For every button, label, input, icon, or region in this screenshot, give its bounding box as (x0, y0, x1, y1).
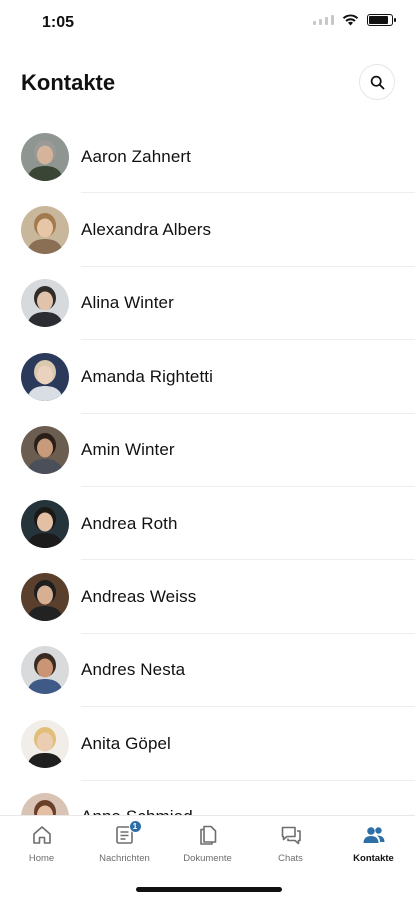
contact-name: Andres Nesta (81, 660, 186, 680)
contact-row[interactable]: Anita Göpel (0, 707, 415, 781)
search-button[interactable] (359, 64, 395, 100)
avatar (21, 132, 69, 181)
contact-row[interactable]: Andrea Roth (0, 487, 415, 561)
status-icons (313, 14, 396, 26)
chats-icon (279, 823, 303, 847)
contact-row[interactable]: Alina Winter (0, 267, 415, 341)
contact-name: Alina Winter (81, 293, 174, 313)
news-icon: 1 (113, 820, 142, 847)
tab-nachrichten[interactable]: 1 Nachrichten (83, 820, 166, 873)
documents-icon (196, 823, 220, 847)
contact-name: Anita Göpel (81, 733, 171, 753)
contact-row[interactable]: Andreas Weiss (0, 560, 415, 634)
status-bar: 1:05 (0, 0, 415, 48)
home-indicator (136, 887, 282, 892)
unread-badge: 1 (128, 820, 142, 833)
home-icon (30, 823, 54, 847)
contact-name: Aaron Zahnert (81, 146, 191, 166)
tab-home[interactable]: Home (0, 823, 83, 873)
contact-row[interactable]: Andres Nesta (0, 634, 415, 708)
tab-kontakte[interactable]: Kontakte (332, 823, 415, 873)
contact-name: Anna Schmied (81, 807, 193, 815)
contact-row[interactable]: Amanda Rightetti (0, 340, 415, 414)
tab-chats[interactable]: Chats (249, 823, 332, 873)
contact-row[interactable]: Anna Schmied (0, 781, 415, 815)
avatar (21, 206, 69, 255)
contact-name: Andreas Weiss (81, 587, 197, 607)
contacts-icon (362, 823, 386, 847)
avatar (21, 279, 69, 328)
contact-name: Amanda Rightetti (81, 366, 214, 386)
contact-row[interactable]: Amin Winter (0, 414, 415, 487)
status-time: 1:05 (42, 14, 75, 31)
avatar (21, 719, 69, 768)
search-icon (370, 75, 384, 89)
page-title: Kontakte (21, 70, 116, 95)
contact-name: Andrea Roth (81, 513, 178, 533)
tab-label: Nachrichten (99, 853, 150, 864)
cellular-signal-icon (313, 15, 334, 25)
avatar (21, 573, 69, 622)
avatar (21, 426, 69, 475)
contact-name: Amin Winter (81, 440, 175, 460)
avatar (21, 499, 69, 548)
wifi-icon (342, 14, 359, 26)
avatar (21, 793, 69, 815)
contact-row[interactable]: Alexandra Albers (0, 193, 415, 267)
battery-icon (367, 14, 396, 26)
avatar (21, 646, 69, 695)
tab-bar: Home 1 Nachrichten Dokumente Chats Konta… (0, 815, 415, 900)
contact-row[interactable]: Aaron Zahnert (0, 120, 415, 194)
tab-label: Dokumente (183, 853, 232, 864)
avatar (21, 352, 69, 401)
tab-dokumente[interactable]: Dokumente (166, 823, 249, 873)
tab-label: Kontakte (353, 853, 394, 864)
tab-label: Home (28, 853, 55, 864)
contact-name: Alexandra Albers (81, 220, 212, 240)
tab-label: Chats (278, 853, 303, 864)
header: Kontakte (0, 60, 415, 108)
contact-list[interactable]: Aaron Zahnert Alexandra Albers Alina Winte… (0, 120, 415, 815)
